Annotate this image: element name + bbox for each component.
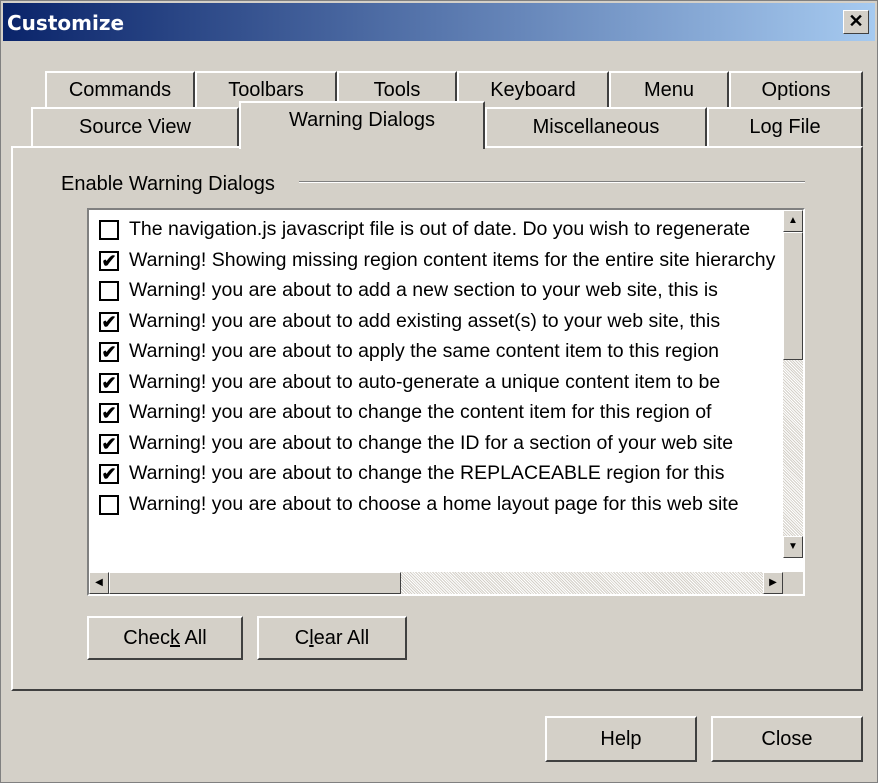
tab-menu[interactable]: Menu bbox=[609, 71, 729, 107]
list-item-text: Warning! you are about to add a new sect… bbox=[129, 279, 718, 301]
clear-all-label-pre: C bbox=[294, 627, 310, 649]
list-items: The navigation.js javascript file is out… bbox=[97, 216, 777, 521]
checkbox-checked[interactable]: ✔ bbox=[99, 372, 119, 393]
list-item[interactable]: ✔ Warning! you are about to change the RE… bbox=[97, 460, 777, 491]
check-icon: ✔ bbox=[101, 403, 117, 423]
list-item[interactable]: ✔ Warning! you are about to change the co… bbox=[97, 399, 777, 430]
close-window-button[interactable]: ✕ bbox=[843, 10, 869, 34]
list-item-text: The navigation.js javascript file is out… bbox=[129, 218, 751, 240]
check-icon: ✔ bbox=[101, 342, 117, 362]
tab-miscellaneous[interactable]: Miscellaneous bbox=[485, 107, 707, 147]
scroll-corner bbox=[783, 572, 803, 594]
checkbox-unchecked[interactable] bbox=[99, 281, 119, 301]
list-item[interactable]: Warning! you are about to add a new sect… bbox=[97, 277, 777, 308]
list-item[interactable]: ✔ Warning! Showing missing region content… bbox=[97, 247, 777, 278]
clear-all-label-post: ear All bbox=[313, 627, 370, 649]
checkbox-unchecked[interactable] bbox=[99, 494, 119, 515]
clear-all-button[interactable]: Clear All bbox=[257, 616, 407, 660]
scroll-left-icon[interactable]: ◀ bbox=[89, 572, 109, 594]
list-item[interactable]: The navigation.js javascript file is out… bbox=[97, 216, 777, 247]
check-all-label-post: All bbox=[180, 627, 207, 649]
check-icon: ✔ bbox=[101, 250, 117, 271]
tab-commands[interactable]: Commands bbox=[45, 71, 195, 107]
check-icon: ✔ bbox=[101, 464, 117, 484]
customize-dialog: Customize ✕ Commands Toolbars Tools Keyb… bbox=[0, 0, 878, 783]
list-item-text: Warning! you are about to change the ID … bbox=[129, 431, 734, 454]
window-title: Customize bbox=[7, 11, 125, 35]
checkbox-checked[interactable]: ✔ bbox=[99, 403, 119, 423]
list-item[interactable]: ✔ Warning! you are about to auto-generate… bbox=[97, 369, 777, 400]
horizontal-scrollbar[interactable]: ◀ ▶ bbox=[89, 572, 783, 594]
checkbox-checked[interactable]: ✔ bbox=[99, 464, 119, 484]
warning-dialogs-list[interactable]: The navigation.js javascript file is out… bbox=[87, 208, 805, 596]
tab-options[interactable]: Options bbox=[729, 71, 863, 107]
checkbox-unchecked[interactable] bbox=[99, 220, 119, 240]
scroll-down-icon[interactable]: ▼ bbox=[783, 536, 803, 558]
list-item-text: Warning! you are about to apply the same… bbox=[129, 340, 720, 362]
checkbox-checked[interactable]: ✔ bbox=[99, 311, 119, 332]
check-all-label-pre: Chec bbox=[123, 627, 170, 649]
scroll-up-icon[interactable]: ▲ bbox=[783, 210, 803, 232]
horizontal-scroll-thumb[interactable] bbox=[109, 572, 401, 594]
list-item[interactable]: ✔ Warning! you are about to apply the sam… bbox=[97, 338, 777, 369]
vertical-scroll-thumb[interactable] bbox=[783, 232, 803, 360]
check-icon: ✔ bbox=[101, 311, 117, 332]
title-bar[interactable]: Customize ✕ bbox=[3, 3, 875, 41]
list-item-text: Warning! you are about to change the con… bbox=[129, 401, 712, 423]
list-item[interactable]: ✔ Warning! you are about to add existing … bbox=[97, 308, 777, 339]
vertical-scrollbar[interactable]: ▲ ▼ bbox=[783, 210, 803, 558]
check-icon: ✔ bbox=[101, 372, 117, 393]
list-item[interactable]: Warning! you are about to choose a home … bbox=[97, 491, 777, 522]
tab-source-view[interactable]: Source View bbox=[31, 107, 239, 147]
list-item[interactable]: ✔ Warning! you are about to change the ID… bbox=[97, 430, 777, 461]
checkbox-checked[interactable]: ✔ bbox=[99, 250, 119, 271]
group-divider bbox=[299, 181, 805, 183]
checkbox-checked[interactable]: ✔ bbox=[99, 342, 119, 362]
list-item-text: Warning! you are about to choose a home … bbox=[129, 492, 739, 515]
help-button[interactable]: Help bbox=[545, 716, 697, 762]
list-item-text: Warning! you are about to auto-generate … bbox=[129, 370, 721, 393]
check-icon: ✔ bbox=[101, 433, 117, 454]
check-all-button[interactable]: Check All bbox=[87, 616, 243, 660]
group-label: Enable Warning Dialogs bbox=[57, 173, 279, 196]
list-item-text: Warning! you are about to change the REP… bbox=[129, 462, 725, 484]
tab-warning-dialogs[interactable]: Warning Dialogs bbox=[239, 101, 485, 149]
list-item-text: Warning! you are about to add existing a… bbox=[129, 309, 721, 332]
check-all-accel: k bbox=[170, 627, 180, 649]
close-button[interactable]: Close bbox=[711, 716, 863, 762]
scroll-right-icon[interactable]: ▶ bbox=[763, 572, 783, 594]
checkbox-checked[interactable]: ✔ bbox=[99, 433, 119, 454]
tab-log-file[interactable]: Log File bbox=[707, 107, 863, 147]
list-item-text: Warning! Showing missing region content … bbox=[129, 248, 776, 271]
